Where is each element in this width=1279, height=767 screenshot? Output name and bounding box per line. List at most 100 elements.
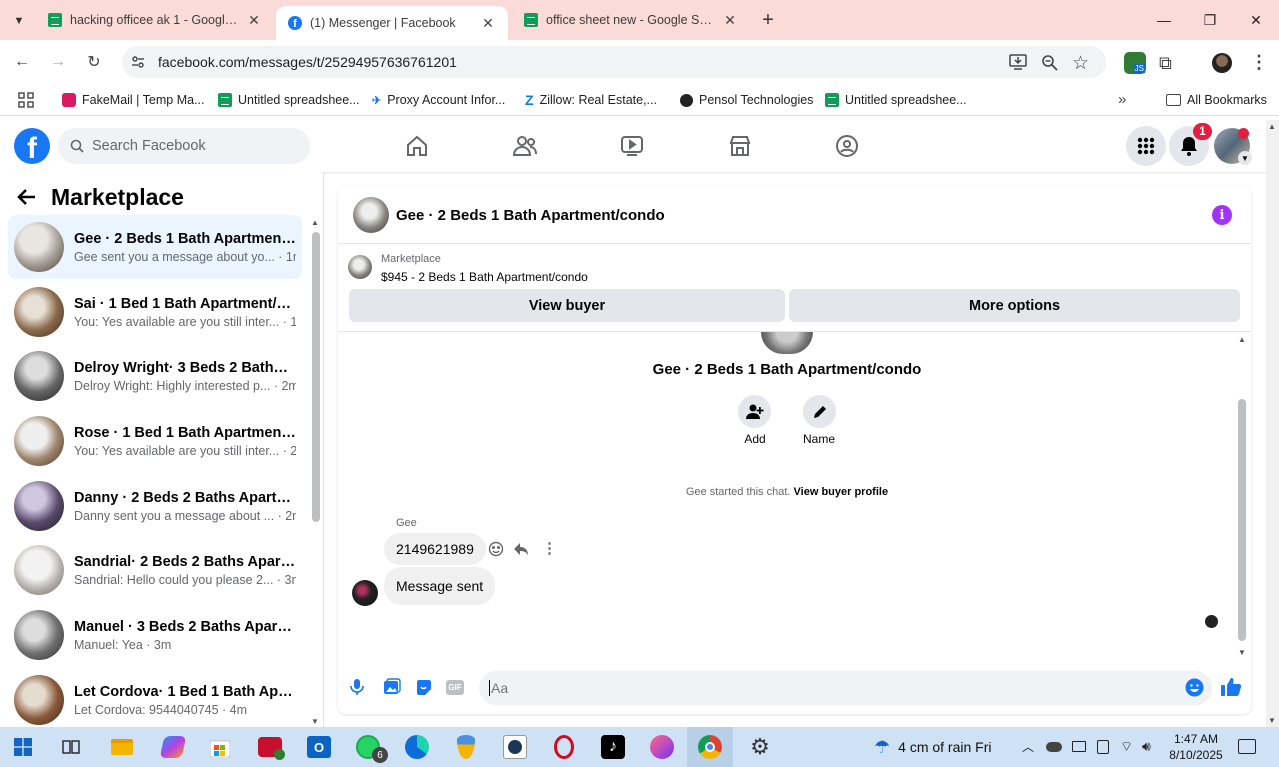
browser-tab-active[interactable]: f (1) Messenger | Facebook ✕: [276, 6, 508, 40]
close-icon[interactable]: ✕: [246, 12, 262, 29]
more-options-button[interactable]: More options: [789, 289, 1240, 322]
scroll-thumb[interactable]: [312, 232, 320, 522]
nav-video[interactable]: [612, 128, 652, 164]
forward-button[interactable]: →: [44, 48, 72, 76]
tab-search-button[interactable]: ▼: [6, 8, 32, 34]
conversation-item[interactable]: Gee · 2 Beds 1 Bath Apartment/... Gee sen…: [8, 215, 302, 279]
conversation-item[interactable]: Rose · 1 Bed 1 Bath Apartment/c... You: Y…: [8, 409, 302, 473]
account-chevron-icon[interactable]: ▼: [1238, 151, 1252, 165]
menu-button[interactable]: [1126, 126, 1166, 166]
facebook-logo-icon[interactable]: f: [14, 128, 50, 164]
conversation-item[interactable]: Delroy Wright· 3 Beds 2 Baths A... Delroy…: [8, 344, 302, 408]
add-button[interactable]: [738, 395, 771, 428]
all-bookmarks-button[interactable]: All Bookmarks: [1166, 88, 1267, 112]
conversation-item[interactable]: Let Cordova· 1 Bed 1 Bath Apart... Let Co…: [8, 668, 302, 727]
wifi-icon[interactable]: ⌔: [1120, 738, 1133, 756]
app-icon[interactable]: [644, 729, 680, 765]
chat-header-title[interactable]: Gee · 2 Beds 1 Bath Apartment/condo: [396, 207, 665, 224]
view-buyer-button[interactable]: View buyer: [349, 289, 785, 322]
browser-tab[interactable]: office sheet new - Google Sheet ✕: [512, 0, 750, 40]
onedrive-icon[interactable]: [1046, 742, 1062, 752]
clock[interactable]: 1:47 AM 8/10/2025: [1164, 731, 1228, 763]
restore-button[interactable]: ❐: [1187, 0, 1233, 40]
more-bookmarks-icon[interactable]: »: [1118, 91, 1126, 108]
camera-icon[interactable]: [1097, 740, 1109, 754]
react-button[interactable]: [488, 541, 504, 557]
chat-scrollbar[interactable]: ▲ ▼: [1237, 335, 1247, 657]
profile-avatar[interactable]: [1212, 53, 1232, 73]
site-info-icon[interactable]: [130, 54, 146, 70]
zoom-icon[interactable]: [1041, 54, 1059, 72]
volume-icon[interactable]: 🔊︎: [1142, 738, 1151, 755]
bookmark-item[interactable]: Untitled spreadshee...: [218, 88, 360, 112]
like-button[interactable]: [1220, 676, 1242, 698]
bookmark-item[interactable]: Untitled spreadshee...: [825, 88, 967, 112]
settings-gear-icon[interactable]: ⚙: [742, 729, 778, 765]
conversation-item[interactable]: Danny · 2 Beds 2 Baths Apartme... Danny s…: [8, 474, 302, 538]
close-icon[interactable]: ✕: [480, 15, 496, 32]
conversation-item[interactable]: Sai · 1 Bed 1 Bath Apartment/co... You: Y…: [8, 280, 302, 344]
more-actions-icon[interactable]: ⋮: [542, 539, 557, 557]
name-button[interactable]: [803, 395, 836, 428]
chat-info-icon[interactable]: i: [1212, 205, 1232, 225]
outlook-icon[interactable]: O: [301, 729, 337, 765]
page-scrollbar[interactable]: ▲ ▼: [1266, 120, 1279, 727]
back-button[interactable]: ←: [8, 48, 36, 76]
apps-grid-icon[interactable]: [18, 92, 34, 108]
conversation-item[interactable]: Sandrial· 2 Beds 2 Baths Apartm... Sandri…: [8, 538, 302, 602]
chat-avatar[interactable]: [353, 197, 389, 233]
attach-photo-button[interactable]: [383, 678, 401, 696]
back-arrow-button[interactable]: [16, 186, 44, 210]
new-tab-button[interactable]: +: [756, 8, 780, 32]
nav-friends[interactable]: [505, 128, 545, 164]
view-buyer-profile-link[interactable]: View buyer profile: [794, 486, 889, 498]
browser-tab[interactable]: hacking officee ak 1 - Google Sl ✕: [36, 0, 274, 40]
extensions-puzzle-icon[interactable]: ⧉: [1159, 53, 1172, 74]
edge-icon[interactable]: [399, 729, 435, 765]
facebook-search[interactable]: [58, 128, 310, 164]
bookmark-star-icon[interactable]: ☆: [1072, 52, 1089, 75]
close-icon[interactable]: ✕: [722, 12, 738, 29]
task-view-button[interactable]: [53, 729, 89, 765]
emoji-button[interactable]: [1185, 678, 1204, 697]
message-bubble[interactable]: Message sent: [384, 567, 496, 605]
medal-app-icon[interactable]: [448, 729, 484, 765]
listing-price-title[interactable]: $945 - 2 Beds 1 Bath Apartment/condo: [381, 270, 588, 284]
chrome-icon-active[interactable]: [687, 727, 733, 767]
bookmark-item[interactable]: FakeMail | Temp Ma...: [62, 88, 205, 112]
nav-home[interactable]: [397, 128, 437, 164]
bookmark-item[interactable]: ✈ Proxy Account Infor...: [372, 88, 505, 112]
message-composer[interactable]: [479, 671, 1212, 705]
minimize-button[interactable]: —: [1141, 0, 1187, 40]
search-input[interactable]: [92, 138, 292, 154]
battery-icon[interactable]: [1072, 741, 1086, 752]
voice-clip-button[interactable]: [350, 678, 366, 696]
copilot-icon[interactable]: [155, 729, 191, 765]
weather-widget[interactable]: ☂ 4 cm of rain Fri: [874, 735, 992, 759]
file-explorer-icon[interactable]: [104, 729, 140, 765]
install-app-icon[interactable]: [1009, 54, 1027, 70]
list-scrollbar[interactable]: ▲ ▼: [310, 218, 320, 726]
app-icon[interactable]: [497, 729, 533, 765]
tiktok-icon[interactable]: ♪: [595, 729, 631, 765]
browser-menu-icon[interactable]: ⋮: [1250, 52, 1268, 73]
gif-button[interactable]: GIF: [446, 680, 464, 695]
message-bubble[interactable]: 2149621989: [384, 533, 486, 565]
show-hidden-icons[interactable]: ︿: [1022, 738, 1034, 755]
opera-icon[interactable]: [546, 729, 582, 765]
scroll-thumb[interactable]: [1238, 399, 1246, 641]
nav-groups[interactable]: [827, 128, 867, 164]
message-input[interactable]: [489, 680, 1169, 696]
extension-js-icon[interactable]: JS: [1124, 52, 1146, 74]
window-close-button[interactable]: ✕: [1233, 0, 1279, 40]
photo-app-icon[interactable]: [252, 729, 288, 765]
reply-button[interactable]: [513, 541, 529, 557]
start-button[interactable]: [5, 729, 41, 765]
notification-center-icon[interactable]: [1238, 739, 1256, 754]
microsoft-store-icon[interactable]: [202, 729, 238, 765]
address-bar[interactable]: facebook.com/messages/t/2529495763676120…: [122, 46, 1106, 78]
bookmark-item[interactable]: Pensol Technologies: [680, 88, 813, 112]
reload-button[interactable]: ↻: [80, 48, 108, 76]
bookmark-item[interactable]: Z Zillow: Real Estate,...: [525, 88, 657, 112]
sticker-button[interactable]: [415, 678, 433, 696]
